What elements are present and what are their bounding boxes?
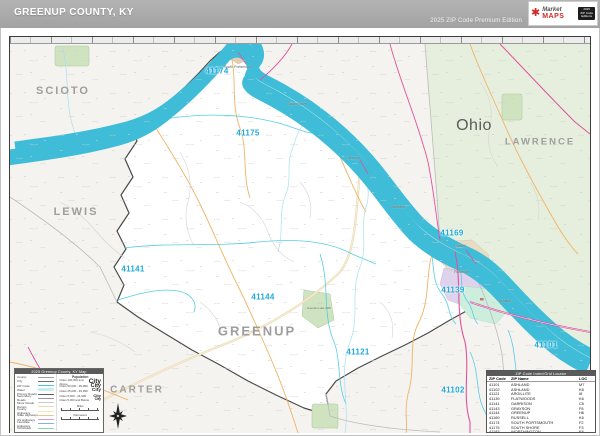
legend-swatch <box>38 397 55 399</box>
edition-label: 2025 ZIP Code Premium Edition <box>430 18 522 24</box>
population-row: Cities 5,000 and Below City <box>59 397 101 403</box>
zip-col-header: ZIP Code <box>489 376 506 381</box>
legend-swatch <box>38 414 55 416</box>
legend-items: County City ZIP Code Water Primary Roads Seco… <box>15 374 56 431</box>
legend-panel: 2025 Greenup County, KY Map County City ZI… <box>14 368 104 433</box>
legend-swatch <box>38 423 55 425</box>
compass-rose <box>109 403 127 429</box>
legend-swatch <box>38 393 55 395</box>
legend-swatch <box>38 419 55 421</box>
zip-col-header: ZIP Name <box>511 376 529 381</box>
zip-table-rows: 41101 ASHLAND M7 41102 ASHLAND K8 41121 ARGILLI… <box>487 382 595 433</box>
legend-swatch <box>38 385 55 387</box>
map-page: GREENUP COUNTY, KY 2025 ZIP Code Premium… <box>0 0 600 436</box>
scale-bars: Miles Kilometers <box>59 404 101 421</box>
zip-index-panel: ZIP Code Index/Grid Locator ZIP Code ZIP … <box>486 370 596 433</box>
edition-badge: 2025 ZIP Code Editions <box>578 6 595 21</box>
scale-bar: Kilometers <box>59 413 101 421</box>
legend-swatch <box>38 402 55 404</box>
legend-swatch <box>38 380 55 382</box>
legend-swatch <box>38 410 55 412</box>
header-bar: GREENUP COUNTY, KY 2025 ZIP Code Premium… <box>0 0 600 28</box>
page-title: GREENUP COUNTY, KY <box>14 7 134 18</box>
population-rows: Cities 100,000 and Above City Cities 50,00… <box>59 378 101 403</box>
zip-table-row: 41183 WORTHINGTON K6 <box>489 429 584 433</box>
brand-name-bottom: MAPS <box>542 13 565 20</box>
legend-swatch <box>38 406 55 408</box>
legend-swatch <box>38 376 55 378</box>
legend-swatch <box>38 388 55 392</box>
star-icon: ✱ <box>531 7 541 19</box>
brand-logo: ✱ Market MAPS 2025 ZIP Code Editions <box>528 1 598 26</box>
grid-ruler <box>10 37 590 44</box>
legend-swatch <box>38 427 55 429</box>
zip-col-header: LOC <box>579 376 588 381</box>
scale-bar: Miles <box>59 404 101 412</box>
brand-name: Market MAPS <box>542 7 564 20</box>
